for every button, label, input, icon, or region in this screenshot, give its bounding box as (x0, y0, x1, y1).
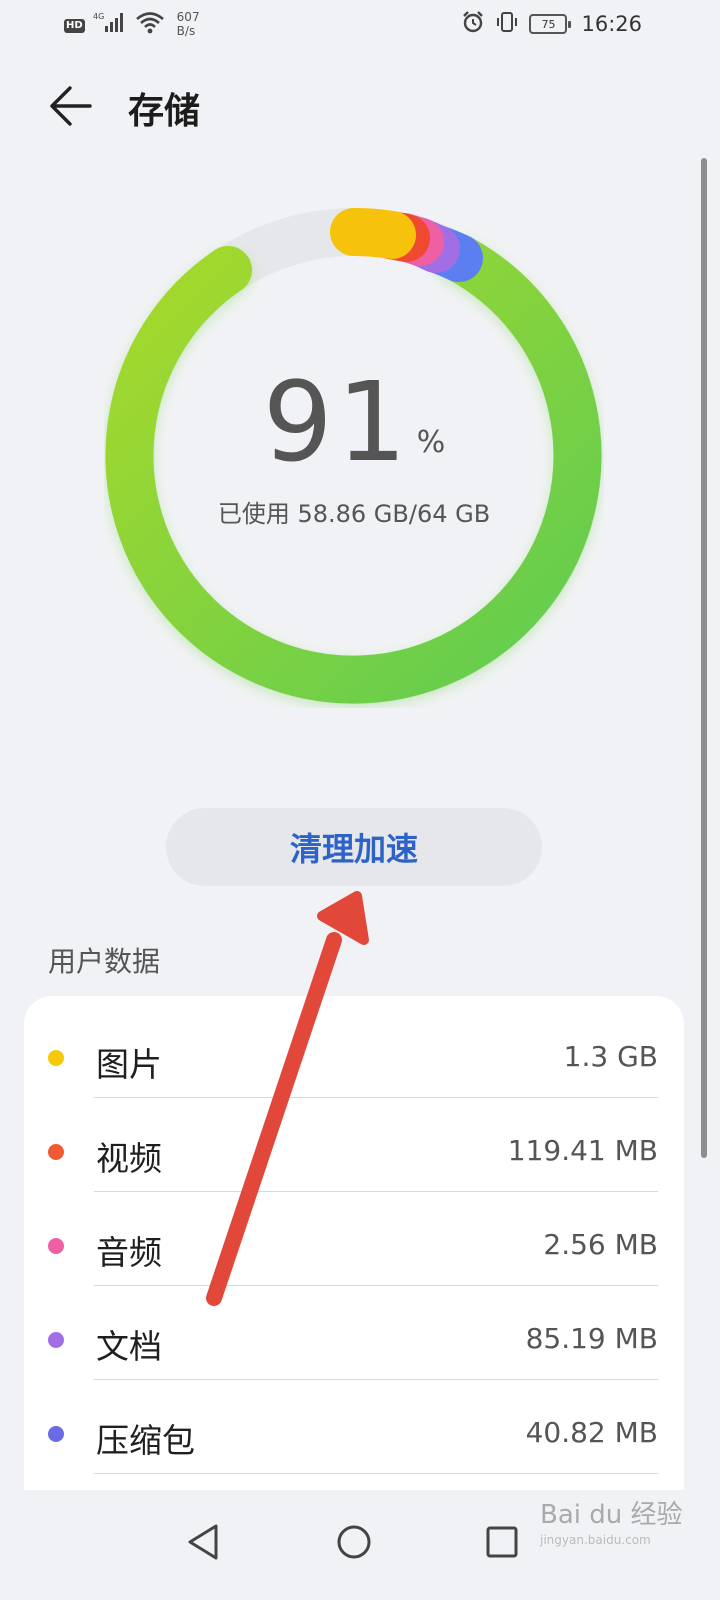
list-item-videos[interactable]: 视频 119.41 MB (24, 1098, 684, 1192)
network-type-label: 4G (93, 12, 104, 21)
network-speed-value: 607 (176, 10, 200, 24)
list-item-value: 1.3 GB (563, 1040, 658, 1073)
list-item-value: 119.41 MB (507, 1134, 658, 1167)
network-speed-unit: B/s (176, 24, 196, 38)
back-button[interactable] (44, 82, 100, 130)
list-item-label: 视频 (96, 1139, 162, 1178)
nav-home-button[interactable] (322, 1510, 386, 1574)
list-item-label: 文档 (96, 1327, 162, 1366)
category-dot (48, 1426, 64, 1442)
cellular-signal-icon: 4G (93, 10, 127, 38)
status-bar: HD 4G 607 B/s 75 16:26 (0, 0, 720, 50)
watermark: Bai du 经验 jingyan.baidu.com (540, 1494, 683, 1547)
category-dot (48, 1050, 64, 1066)
vibrate-icon (495, 10, 519, 38)
page-title: 存储 (128, 90, 201, 132)
list-item-audio[interactable]: 音频 2.56 MB (24, 1192, 684, 1286)
network-speed: 607 B/s (177, 10, 200, 38)
used-capacity-text: 已使用 58.86 GB/64 GB (217, 500, 491, 528)
battery-level: 75 (541, 17, 556, 31)
nav-back-button[interactable] (172, 1510, 236, 1574)
list-item-value: 85.19 MB (525, 1322, 658, 1355)
battery-indicator: 75 (529, 14, 572, 34)
usage-percent: 91% (104, 358, 604, 486)
section-title-user-data: 用户数据 (48, 945, 161, 978)
list-item-label: 压缩包 (96, 1421, 195, 1460)
wifi-icon (135, 10, 165, 38)
app-bar: 存储 (0, 70, 720, 140)
watermark-main: Bai du 经验 (540, 1500, 683, 1530)
storage-usage-ring: 91% 已使用 58.86 GB/64 GB (104, 208, 604, 708)
storage-screen: HD 4G 607 B/s 75 16:26 存储 91 % 已使用 58.86… (0, 0, 720, 1600)
user-data-list: 图片 1.3 GB 视频 119.41 MB 音频 2.56 MB 文档 85.… (24, 996, 684, 1516)
clock: 16:26 (581, 12, 642, 36)
hd-badge: HD (64, 19, 85, 33)
list-item-value: 40.82 MB (525, 1416, 658, 1449)
list-item-label: 音频 (96, 1233, 162, 1272)
usage-percent-unit: % (416, 425, 446, 460)
usage-percent-value: 91 (262, 358, 411, 486)
watermark-sub: jingyan.baidu.com (540, 1533, 651, 1547)
clean-speedup-button[interactable]: 清理加速 (166, 808, 542, 886)
category-dot (48, 1332, 64, 1348)
ring-segment-images (330, 208, 416, 259)
list-item-images[interactable]: 图片 1.3 GB (24, 1004, 684, 1098)
category-dot (48, 1144, 64, 1160)
nav-recents-button[interactable] (470, 1510, 534, 1574)
list-item-documents[interactable]: 文档 85.19 MB (24, 1286, 684, 1380)
divider (94, 1473, 658, 1474)
list-item-value: 2.56 MB (543, 1228, 658, 1261)
triangle-back-icon (188, 1524, 218, 1560)
back-arrow-icon (50, 86, 92, 126)
alarm-icon (461, 10, 485, 38)
status-right: 75 16:26 (461, 10, 642, 38)
square-recents-icon (486, 1526, 518, 1558)
scrollbar[interactable] (701, 158, 707, 1158)
status-left: HD 4G 607 B/s (64, 10, 200, 38)
category-dot (48, 1238, 64, 1254)
list-item-archives[interactable]: 压缩包 40.82 MB (24, 1380, 684, 1474)
circle-home-icon (337, 1525, 371, 1559)
list-item-label: 图片 (96, 1045, 162, 1084)
